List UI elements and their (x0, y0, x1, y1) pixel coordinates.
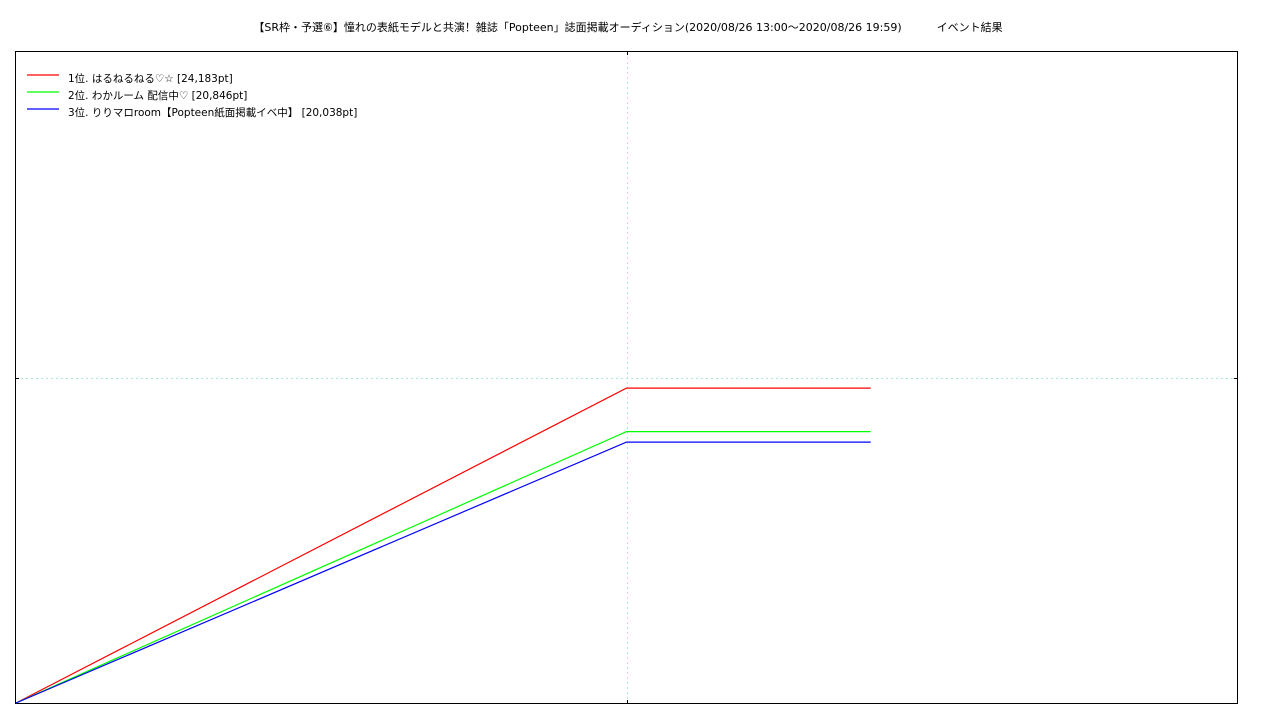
series-line-3 (15, 441, 871, 704)
legend-label-3: 3位. りりマロroom【Popteen紙面掲載イベ中】 [20,038pt] (68, 106, 357, 119)
line-chart: 1位. はるねるねる♡☆ [24,183pt] 2位. わかルーム 配信中♡ [2… (15, 51, 1238, 704)
series-line-1 (15, 387, 871, 704)
legend: 1位. はるねるねる♡☆ [24,183pt] 2位. わかルーム 配信中♡ [2… (27, 72, 357, 119)
legend-label-1: 1位. はるねるねる♡☆ [24,183pt] (68, 72, 233, 85)
series-lines (15, 387, 871, 704)
grid-lines (16, 52, 1237, 703)
plot-frame (15, 51, 1238, 704)
axis-ticks (16, 52, 1237, 703)
legend-label-2: 2位. わかルーム 配信中♡ [20,846pt] (68, 89, 247, 102)
series-line-2 (15, 431, 871, 704)
